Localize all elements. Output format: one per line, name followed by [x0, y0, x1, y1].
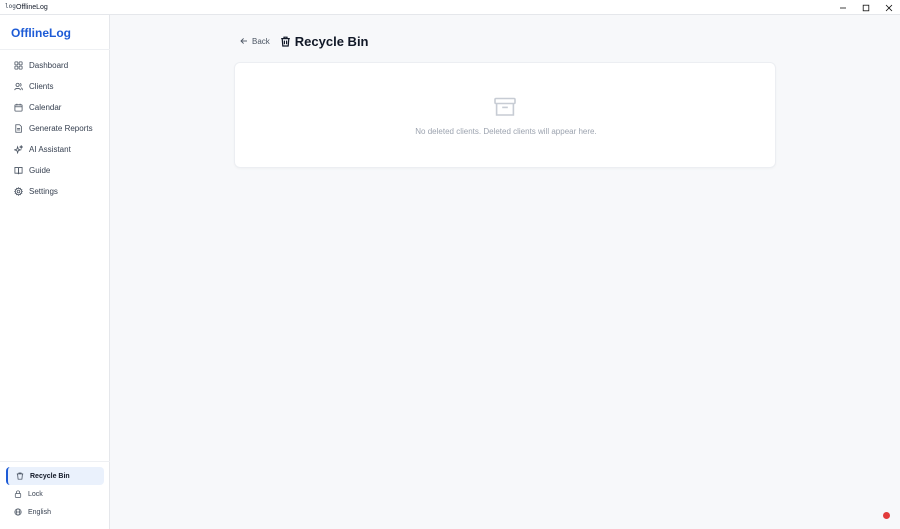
sidebar-item-generate-reports[interactable]: Generate Reports	[0, 118, 110, 139]
sidebar-item-label: Clients	[29, 82, 54, 91]
sidebar-item-label: English	[28, 508, 51, 516]
sidebar-item-label: Settings	[29, 187, 58, 196]
sidebar-item-lock[interactable]: Lock	[0, 485, 110, 503]
close-icon	[885, 4, 892, 11]
maximize-icon	[862, 4, 869, 11]
minimize-button[interactable]	[831, 0, 854, 15]
minimize-icon	[839, 7, 846, 8]
sidebar-item-label: Generate Reports	[29, 124, 93, 133]
brand-logo[interactable]: OfflineLog	[11, 26, 71, 40]
sidebar-item-calendar[interactable]: Calendar	[0, 97, 110, 118]
sidebar-item-clients[interactable]: Clients	[0, 76, 110, 97]
sidebar-item-label: AI Assistant	[29, 145, 71, 154]
back-button[interactable]: Back	[240, 37, 270, 46]
sidebar-item-label: Guide	[29, 166, 51, 175]
sidebar-item-ai-assistant[interactable]: AI Assistant	[0, 139, 110, 160]
users-icon	[14, 82, 23, 91]
sidebar-item-settings[interactable]: Settings	[0, 181, 110, 202]
sidebar-item-label: Dashboard	[29, 61, 69, 70]
calendar-icon	[14, 103, 23, 112]
sparkles-icon	[14, 145, 23, 154]
book-icon	[14, 167, 23, 175]
trash-icon	[280, 36, 290, 47]
arrow-left-icon	[240, 38, 247, 44]
gear-icon	[14, 187, 23, 196]
sidebar: OfflineLog Dashboard Clients Calendar Ge…	[0, 15, 110, 529]
archive-icon	[494, 97, 516, 116]
dashboard-icon	[14, 61, 23, 70]
sidebar-item-label: Calendar	[29, 103, 62, 112]
sidebar-item-label: Lock	[28, 490, 43, 498]
close-window-button[interactable]	[877, 0, 900, 15]
brand-divider	[0, 49, 110, 50]
globe-icon	[14, 508, 22, 516]
back-label: Back	[252, 36, 270, 46]
maximize-button[interactable]	[854, 0, 877, 15]
page-title: Recycle Bin	[294, 33, 369, 49]
empty-state-message: No deleted clients. Deleted clients will…	[415, 127, 597, 136]
window-title: OfflineLog	[16, 3, 48, 11]
sidebar-item-dashboard[interactable]: Dashboard	[0, 55, 110, 76]
file-text-icon	[15, 124, 22, 133]
sidebar-item-recycle-bin[interactable]: Recycle Bin	[6, 467, 104, 485]
trash-icon	[16, 472, 24, 480]
bottom-divider	[0, 461, 110, 462]
app-logo-icon: log	[5, 3, 16, 10]
lock-icon	[14, 490, 22, 498]
page-header: Back Recycle Bin	[240, 32, 369, 50]
window-titlebar: log OfflineLog	[0, 0, 900, 15]
sidebar-nav: Dashboard Clients Calendar Generate Repo…	[0, 55, 110, 202]
empty-state-card: No deleted clients. Deleted clients will…	[234, 62, 776, 168]
window-controls	[831, 0, 900, 15]
sidebar-item-label: Recycle Bin	[30, 472, 70, 480]
sidebar-item-guide[interactable]: Guide	[0, 160, 110, 181]
sidebar-item-language[interactable]: English	[0, 503, 110, 521]
recording-indicator	[883, 512, 890, 519]
sidebar-bottom: Recycle Bin Lock English	[0, 467, 110, 521]
